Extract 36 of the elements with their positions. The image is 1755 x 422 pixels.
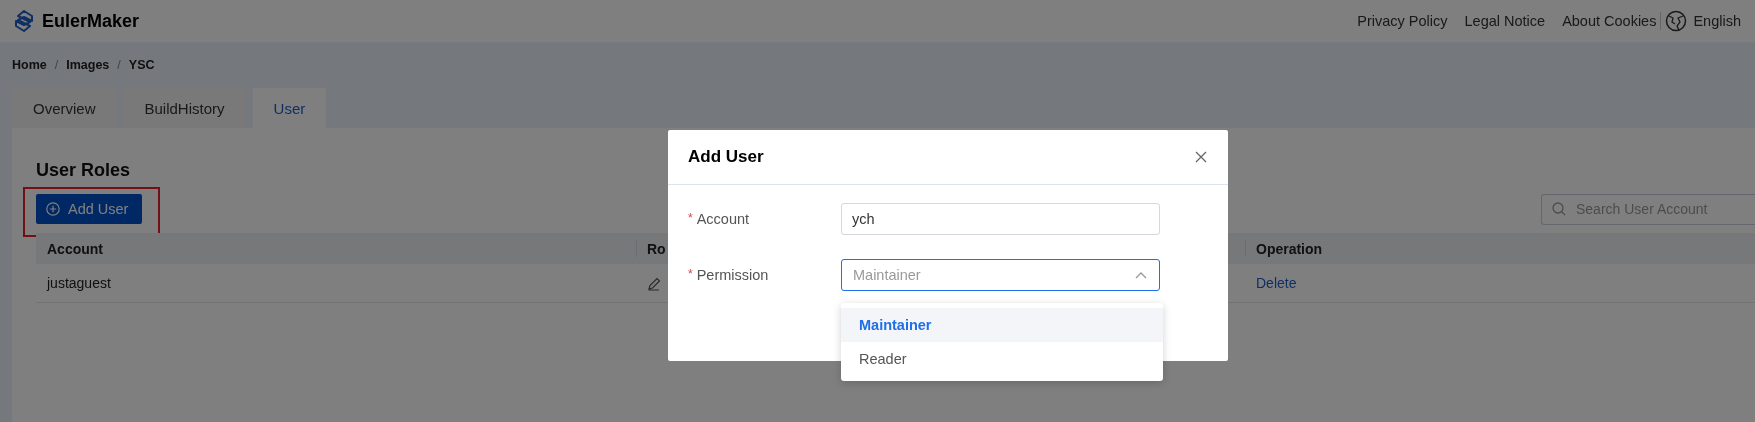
required-mark: * <box>688 267 693 283</box>
dropdown-option[interactable]: Maintainer <box>841 308 1163 342</box>
breadcrumb-separator: / <box>54 58 59 72</box>
delete-link[interactable]: Delete <box>1256 275 1297 291</box>
plus-circle-icon <box>46 202 60 216</box>
search-icon <box>1552 202 1566 216</box>
select-field[interactable]: Maintainer <box>841 259 1160 291</box>
footer-link[interactable]: About Cookies <box>1562 13 1657 29</box>
edit-icon[interactable] <box>647 277 661 292</box>
field-label: Account <box>696 211 750 227</box>
table-cell: justaguest <box>47 275 111 291</box>
footer-link[interactable]: Legal Notice <box>1464 13 1546 29</box>
caret-icon <box>1135 271 1147 279</box>
field-label: Permission <box>696 267 769 283</box>
column-header: Operation <box>1256 240 1323 257</box>
tab[interactable]: User <box>252 88 327 128</box>
breadcrumb-separator: / <box>117 58 121 72</box>
dialog-title: Add User <box>688 147 764 167</box>
breadcrumb-link[interactable]: Images <box>66 58 110 72</box>
dropdown-option[interactable]: Reader <box>841 342 1163 376</box>
tab[interactable]: Overview <box>12 88 117 128</box>
close-icon[interactable] <box>1194 150 1208 164</box>
column-header: Ro <box>647 240 666 257</box>
language-label[interactable]: English <box>1693 13 1741 29</box>
required-mark: * <box>688 211 693 227</box>
section-title: User Roles <box>36 159 131 182</box>
globe-icon[interactable] <box>1665 10 1688 32</box>
footer-link[interactable]: Privacy Policy <box>1357 13 1448 29</box>
breadcrumb-link[interactable]: Home <box>12 58 47 72</box>
logo-icon <box>14 10 34 32</box>
add-user-button[interactable]: Add User <box>36 194 143 224</box>
input-field[interactable]: ych <box>841 203 1160 235</box>
tab[interactable]: BuildHistory <box>123 88 246 128</box>
column-header: Account <box>47 240 103 257</box>
app-name: EulerMaker <box>42 10 140 32</box>
breadcrumb-link[interactable]: YSC <box>128 58 155 72</box>
